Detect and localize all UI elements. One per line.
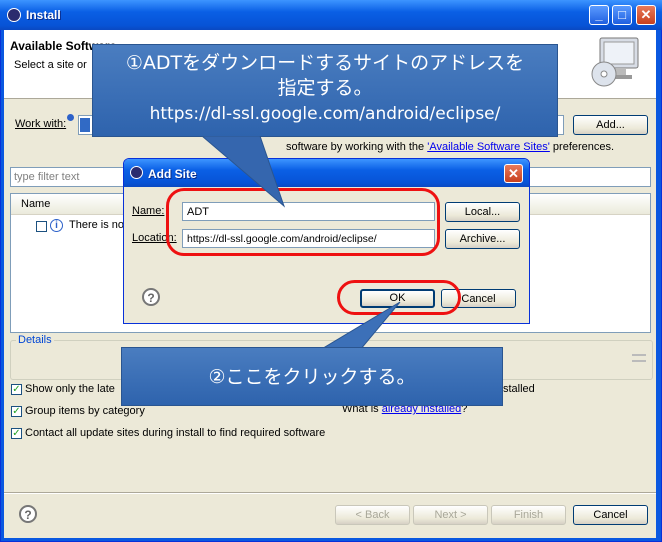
callout1-pointer — [201, 136, 286, 208]
show-latest-checkbox[interactable]: ✓ — [11, 384, 22, 395]
minimize-button[interactable]: _ — [589, 5, 609, 25]
table-row-text: There is no — [69, 219, 125, 231]
details-sash[interactable] — [632, 354, 646, 362]
work-with-hint: software by working with the 'Available … — [286, 141, 614, 153]
archive-button[interactable]: Archive... — [445, 229, 520, 249]
help-icon[interactable]: ? — [19, 505, 37, 523]
finish-button[interactable]: Finish — [491, 505, 566, 525]
contact-sites-checkbox[interactable]: ✓ — [11, 428, 22, 439]
filter-placeholder: type filter text — [14, 171, 80, 183]
callout1-line3: https://dl-ssl.google.com/android/eclips… — [149, 104, 501, 124]
window-title: Install — [26, 8, 61, 22]
instruction-callout-2: ②ここをクリックする。 — [121, 347, 503, 406]
dialog-help-icon[interactable]: ? — [142, 288, 160, 306]
callout2-text: ②ここをクリックする。 — [208, 366, 416, 388]
next-button[interactable]: Next > — [413, 505, 488, 525]
close-button[interactable]: ✕ — [636, 5, 656, 25]
column-name-header[interactable]: Name — [21, 198, 50, 210]
info-circle-icon: i — [50, 219, 63, 232]
back-button[interactable]: < Back — [335, 505, 410, 525]
hint-text: software by working with the — [286, 141, 425, 153]
callout2-pointer — [319, 301, 401, 350]
footer-separator — [4, 492, 656, 494]
hide-installed-label: stalled — [503, 383, 535, 395]
install-wizard-icon — [590, 36, 642, 90]
work-with-label: Work with: — [15, 118, 67, 130]
add-site-button[interactable]: Add... — [573, 115, 648, 135]
dialog-titlebar[interactable]: Add Site ✕ — [124, 159, 529, 187]
local-button[interactable]: Local... — [445, 202, 520, 222]
window-titlebar[interactable]: Install _ □ ✕ — [0, 0, 662, 30]
available-sites-link[interactable]: 'Available Software Sites' — [427, 141, 550, 153]
dialog-close-button[interactable]: ✕ — [504, 164, 523, 183]
instruction-callout-1: ①ADTをダウンロードするサイトのアドレスを 指定する。 https://dl-… — [92, 44, 558, 137]
dialog-eclipse-icon — [130, 166, 143, 179]
cancel-button[interactable]: Cancel — [573, 505, 648, 525]
info-icon — [67, 114, 74, 121]
show-latest-label: Show only the late — [25, 383, 115, 395]
group-items-checkbox[interactable]: ✓ — [11, 406, 22, 417]
callout1-line1: ①ADTをダウンロードするサイトのアドレスを — [125, 52, 525, 74]
banner-subtitle: Select a site or — [14, 59, 87, 71]
contact-sites-label: Contact all update sites during install … — [25, 427, 326, 439]
eclipse-icon — [7, 8, 21, 22]
callout1-line2: 指定する。 — [277, 77, 373, 99]
hint-end: preferences. — [552, 141, 615, 153]
name-label: Name: — [132, 205, 165, 217]
work-with-selection — [80, 118, 90, 132]
maximize-button[interactable]: □ — [612, 5, 632, 25]
row-checkbox[interactable] — [36, 221, 47, 232]
details-label: Details — [16, 334, 54, 346]
